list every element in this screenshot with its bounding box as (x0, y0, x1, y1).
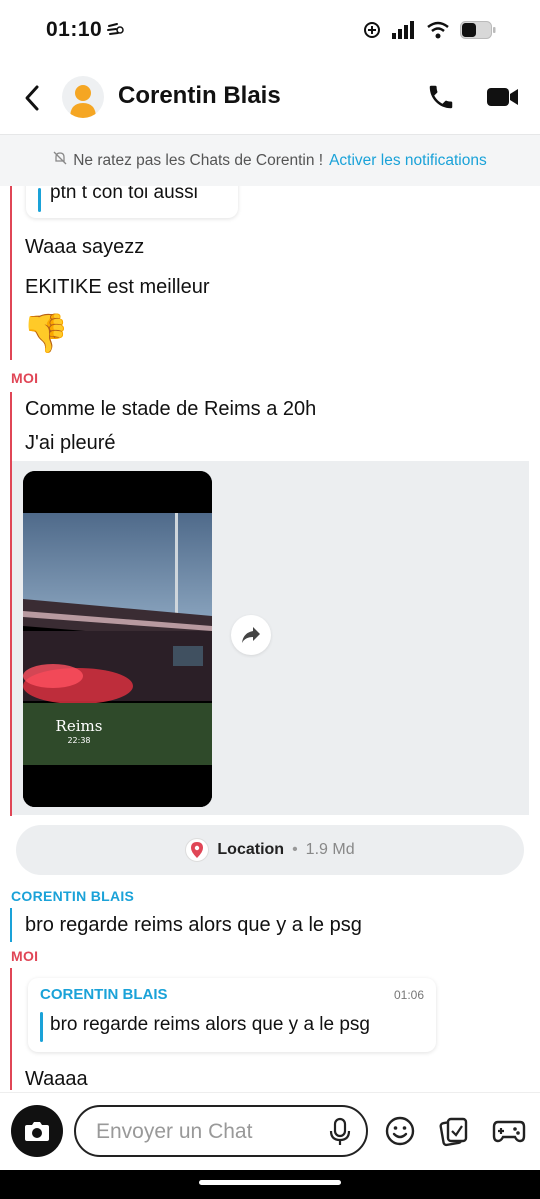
forward-arrow-icon (242, 627, 260, 643)
battery-icon (460, 21, 496, 44)
smiley-icon (385, 1116, 415, 1146)
snap-media-row: Reims 22:38 (12, 461, 529, 815)
signal-icon (392, 21, 416, 44)
home-indicator[interactable] (199, 1180, 341, 1185)
video-camera-icon (487, 88, 518, 106)
share-button[interactable] (231, 615, 271, 655)
them-message-bar (10, 186, 12, 360)
bell-muted-icon (53, 151, 67, 170)
snap-caption: Reims (56, 717, 103, 735)
phone-icon (429, 85, 453, 109)
map-pin-icon (185, 838, 210, 862)
notification-banner: Ne ratez pas les Chats de Corentin ! Act… (0, 134, 540, 186)
video-call-button[interactable] (484, 80, 522, 114)
avatar[interactable] (62, 76, 104, 118)
chat-input-placeholder: Envoyer un Chat (96, 1120, 253, 1143)
reply-quote-time: 01:06 (393, 988, 424, 1002)
microphone-icon[interactable] (328, 1117, 352, 1152)
location-lock-icon (362, 20, 382, 45)
games-button[interactable] (492, 1115, 526, 1147)
bitmoji-avatar-icon (70, 85, 96, 118)
notification-text: Ne ratez pas les Chats de Corentin ! (73, 151, 324, 169)
voice-call-button[interactable] (424, 80, 458, 114)
snap-time: 22:38 (67, 736, 90, 745)
stadium-photo: Reims 22:38 (23, 471, 212, 807)
location-share-pill[interactable]: Location • 1.9 Md (16, 825, 524, 875)
status-icons (362, 20, 496, 45)
game-controller-icon (492, 1120, 526, 1143)
quoted-message-text: ptn t con toi aussi (50, 186, 198, 203)
sender-label-me: MOI (11, 370, 39, 386)
status-bar: 01:10 (0, 0, 540, 62)
status-time: 01:10 (46, 18, 103, 41)
home-indicator-area (0, 1170, 540, 1199)
camera-icon (25, 1122, 49, 1141)
separator-dot: • (292, 841, 298, 858)
reply-quote-sender: CORENTIN BLAIS (40, 986, 168, 1003)
sender-label-them: CORENTIN BLAIS (11, 888, 135, 904)
chat-header: Corentin Blais (0, 62, 540, 134)
them-message-bar (10, 908, 12, 942)
thumbs-down-emoji[interactable]: 👎 (22, 312, 69, 356)
chat-input-bar: Envoyer un Chat (0, 1092, 540, 1170)
me-message-bar (10, 968, 12, 1090)
chevron-left-icon (25, 85, 39, 111)
quoted-message-card[interactable]: ptn t con toi aussi (26, 186, 238, 218)
sticker-button[interactable] (438, 1115, 470, 1147)
reply-quote-text: bro regarde reims alors que y a le psg (50, 1014, 370, 1035)
back-button[interactable] (16, 80, 48, 116)
message-text[interactable]: Comme le stade de Reims a 20h (25, 398, 316, 421)
wifi-icon (426, 21, 450, 44)
emoji-button[interactable] (384, 1115, 416, 1147)
message-text[interactable]: bro regarde reims alors que y a le psg (25, 914, 362, 937)
camera-button[interactable] (11, 1105, 63, 1157)
message-text[interactable]: Waaaa (25, 1068, 88, 1090)
message-text[interactable]: Waaa sayezz (25, 236, 144, 259)
chat-message-input[interactable]: Envoyer un Chat (74, 1105, 368, 1157)
reply-quote-card[interactable]: CORENTIN BLAIS 01:06 bro regarde reims a… (28, 978, 436, 1052)
enable-notifications-link[interactable]: Activer les notifications (329, 152, 487, 170)
activity-icon (106, 22, 126, 43)
sender-label-me: MOI (11, 948, 39, 964)
message-text[interactable]: J'ai pleuré (25, 432, 116, 455)
chat-messages[interactable]: ptn t con toi aussi Waaa sayezz EKITIKE … (0, 186, 540, 1090)
message-text[interactable]: EKITIKE est meilleur (25, 276, 210, 299)
location-label: Location (217, 841, 285, 858)
snap-thumbnail[interactable]: Reims 22:38 (23, 471, 212, 807)
contact-name[interactable]: Corentin Blais (118, 82, 281, 110)
sticker-icon (439, 1117, 468, 1147)
location-distance: 1.9 Md (305, 841, 355, 858)
